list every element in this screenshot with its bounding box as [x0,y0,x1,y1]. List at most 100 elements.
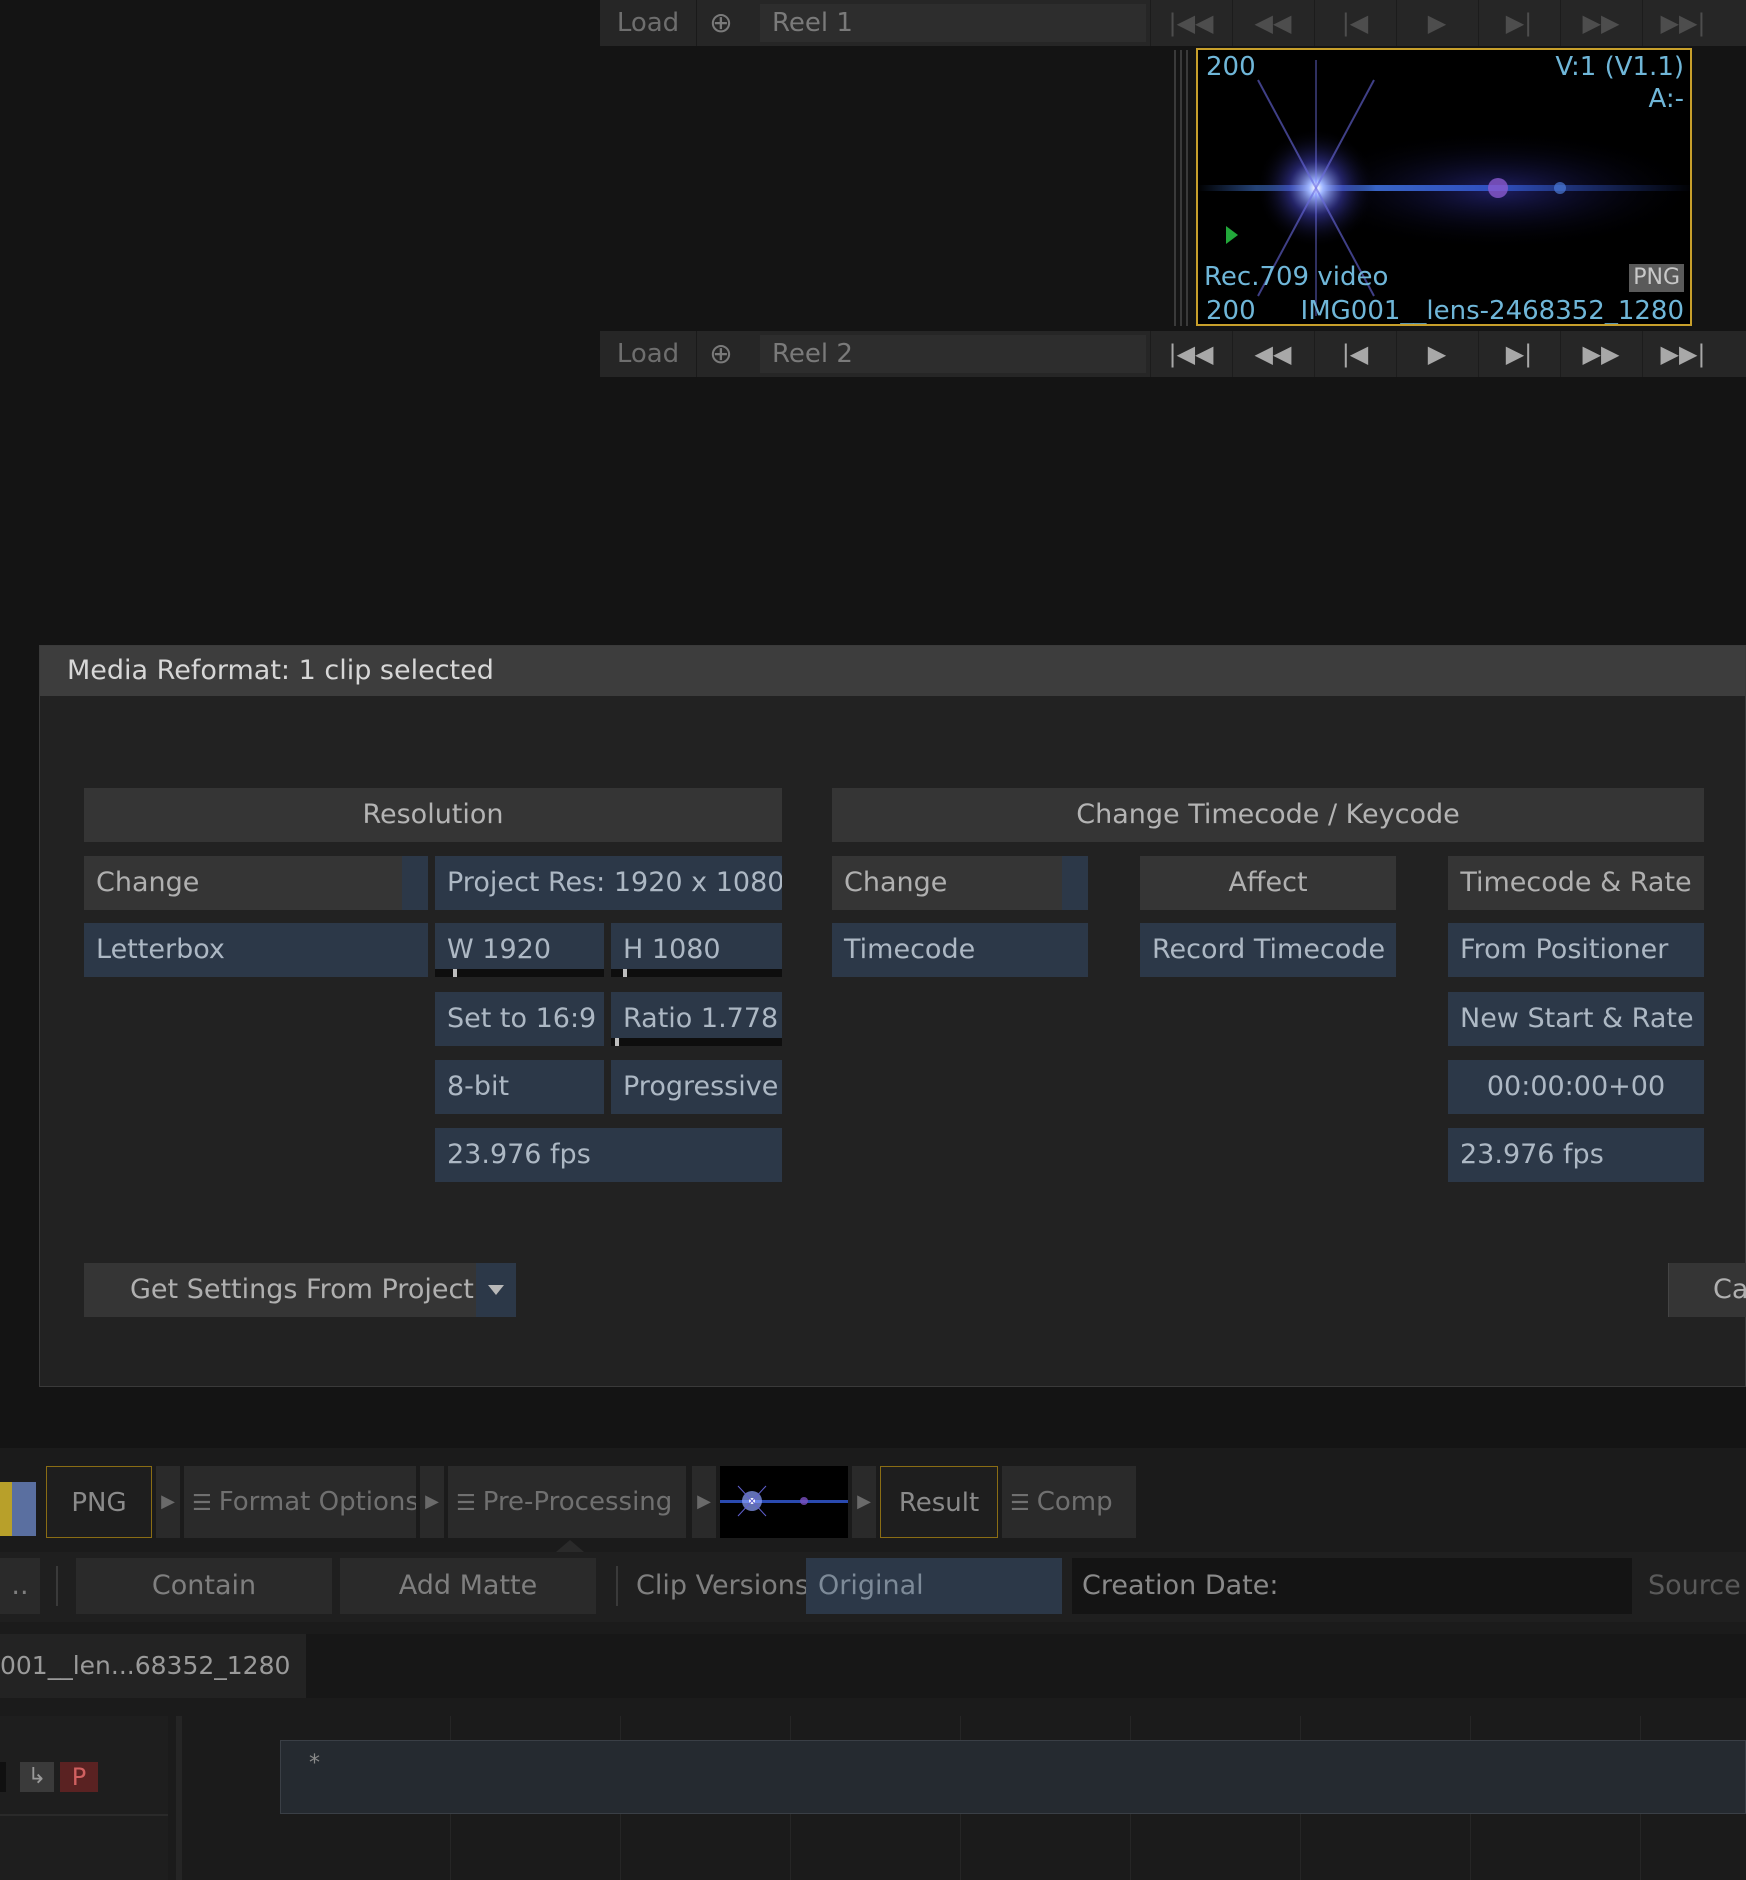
timecode-fps-menu[interactable]: 23.976 fps [1448,1128,1704,1182]
height-field[interactable]: H 1080 [611,923,782,977]
viewer-clip-name: IMG001__lens-2468352_1280 [1300,296,1684,326]
from-positioner-menu[interactable]: From Positioner [1448,923,1704,977]
reel-2-fast-forward-button[interactable]: ▶▶ [1560,331,1641,377]
reel-1-step-forward-button[interactable]: ▶| [1478,0,1559,46]
get-settings-button[interactable]: Get Settings From Project [84,1263,516,1317]
reel-2-name-field[interactable]: Reel 2 [760,335,1146,373]
reel-2-goto-start-button[interactable]: |◀◀ [1150,331,1231,377]
viewer-colorspace: Rec.709 video [1204,262,1389,292]
format-options-label: Format Options [218,1487,416,1517]
contain-button[interactable]: Contain [76,1558,332,1614]
lens-flare-mini-icon [720,1485,848,1517]
comp-node[interactable]: ☰ Comp [1002,1466,1136,1538]
set-aspect-button[interactable]: Set to 16:9 [435,992,604,1046]
timecode-rate-header: Timecode & Rate [1448,856,1704,910]
reel-1-name-field[interactable]: Reel 1 [760,4,1146,42]
timecode-header: Change Timecode / Keycode [832,788,1704,842]
resolution-change-indicator [402,856,428,910]
reel-1-load-button[interactable]: Load [600,0,697,46]
reel-add-icon[interactable]: ⊕ [706,8,736,38]
format-options-node[interactable]: ☰ Format Options [184,1466,416,1538]
width-value: W 1920 [447,934,551,965]
reel-2-bar: Load ⊕ Reel 2 |◀◀ ◀◀ |◀ ▶ ▶| ▶▶ ▶▶| [600,331,1746,377]
project-res-menu[interactable]: Project Res: 1920 x 1080 [435,856,782,910]
reel-2-goto-end-button[interactable]: ▶▶| [1642,331,1723,377]
reel-2-step-forward-button[interactable]: ▶| [1478,331,1559,377]
reel-2-load-button[interactable]: Load [600,331,697,377]
clip-stack-edge [1180,50,1182,326]
track-patch-icon[interactable]: ↳ [20,1762,54,1792]
arrow-right-icon: ▶ [852,1466,876,1538]
reel-1-fast-forward-button[interactable]: ▶▶ [1560,0,1641,46]
list-icon: ☰ [1010,1491,1037,1516]
reel-1-bar: Load ⊕ Reel 1 |◀◀ ◀◀ |◀ ▶ ▶| ▶▶ ▶▶| [600,0,1746,46]
track-header-bg [0,1716,168,1880]
arrow-right-icon: ▶ [420,1466,444,1538]
play-indicator-icon [1226,226,1238,244]
height-slider-track[interactable] [611,969,782,977]
reel-1-rewind-button[interactable]: ◀◀ [1232,0,1313,46]
dialog-title: Media Reformat: 1 clip selected [40,646,1745,696]
timecode-change-label: Change [844,867,948,898]
track-p-label: P [71,1763,87,1791]
toolbar-divider [616,1566,618,1606]
resolution-fit-mode-menu[interactable]: Letterbox [84,923,428,977]
width-field[interactable]: W 1920 [435,923,604,977]
reel-1-step-back-button[interactable]: |◀ [1314,0,1395,46]
list-icon: ☰ [456,1491,483,1516]
track-p-button[interactable]: P [60,1762,98,1792]
toolbar-left-partial[interactable]: .. [0,1558,40,1614]
timecode-change-toggle[interactable]: Change [832,856,1088,910]
arrow-right-icon: ▶ [692,1466,716,1538]
start-timecode-field[interactable]: 00:00:00+00 [1448,1060,1704,1114]
affect-menu[interactable]: Record Timecode [1140,923,1396,977]
bit-depth-menu[interactable]: 8-bit [435,1060,604,1114]
ratio-field[interactable]: Ratio 1.778 [611,992,782,1046]
reel-2-play-button[interactable]: ▶ [1396,331,1477,377]
clip-versions-label: Clip Versions [636,1570,809,1601]
segment-star: * [309,1751,320,1776]
reel-add-icon[interactable]: ⊕ [706,339,736,369]
reel-1-play-button[interactable]: ▶ [1396,0,1477,46]
color-chip-yellow [0,1482,12,1536]
result-node[interactable]: Result [880,1466,998,1538]
clip-stack-edge [1186,50,1188,326]
reel-2-step-back-button[interactable]: |◀ [1314,331,1395,377]
add-matte-button[interactable]: Add Matte [340,1558,596,1614]
reel-1-goto-end-button[interactable]: ▶▶| [1642,0,1723,46]
height-value: H 1080 [623,934,721,965]
resolution-change-toggle[interactable]: Change [84,856,428,910]
viewer-frame-top: 200 [1206,52,1256,82]
scan-mode-menu[interactable]: Progressive [611,1060,782,1114]
ratio-slider-track[interactable] [611,1038,782,1046]
clip-tab[interactable]: 001__len...68352_1280 [0,1634,306,1698]
timecode-change-indicator [1062,856,1088,910]
result-thumbnail[interactable] [720,1466,848,1538]
dropdown-arrow-icon[interactable] [476,1263,516,1317]
clip-viewer[interactable]: 200 V:1 (V1.1) A:- Rec.709 video PNG 200… [1196,48,1692,326]
resolution-fps-menu[interactable]: 23.976 fps [435,1128,782,1182]
cancel-label: Ca [1713,1274,1746,1305]
timeline-clip-segment[interactable]: * [280,1740,1746,1814]
reel-2-rewind-button[interactable]: ◀◀ [1232,331,1313,377]
timecode-mode-menu[interactable]: Timecode [832,923,1088,977]
viewer-audio: A:- [1648,84,1684,114]
resolution-change-label: Change [96,867,200,898]
clip-versions-menu[interactable]: Original [806,1558,1062,1614]
clip-stack-edge [1174,50,1176,326]
comp-label: Comp [1036,1487,1113,1517]
viewer-format-badge: PNG [1629,264,1684,292]
png-node[interactable]: PNG [46,1466,152,1538]
ratio-value: Ratio 1.778 [623,1003,779,1034]
reel-1-goto-start-button[interactable]: |◀◀ [1150,0,1231,46]
pre-processing-node[interactable]: ☰ Pre-Processing [448,1466,686,1538]
get-settings-label: Get Settings From Project [130,1274,474,1305]
cancel-button[interactable]: Ca [1668,1263,1746,1317]
track-lock-icon[interactable] [0,1762,6,1792]
resolution-header: Resolution [84,788,782,842]
new-start-rate-menu[interactable]: New Start & Rate [1448,992,1704,1046]
pre-processing-label: Pre-Processing [482,1487,673,1517]
width-slider-track[interactable] [435,969,604,977]
toolbar-divider [56,1566,58,1606]
creation-date-field[interactable]: Creation Date: [1072,1558,1632,1614]
